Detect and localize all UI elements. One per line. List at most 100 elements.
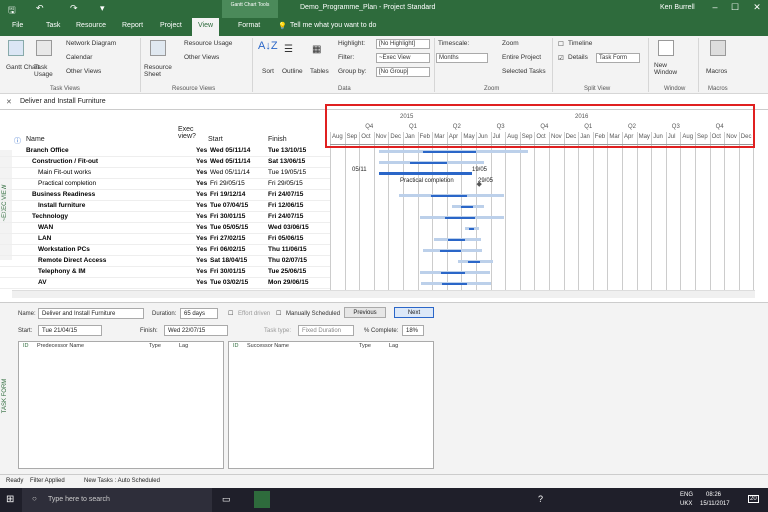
network-diagram-button[interactable]: Network Diagram — [66, 40, 116, 47]
details-dropdown[interactable]: Task Form — [596, 53, 640, 63]
sort-button[interactable]: Sort — [262, 68, 274, 75]
task-view-icon[interactable]: ▭ — [222, 494, 231, 505]
notification-count[interactable]: 20 — [748, 495, 759, 503]
region[interactable]: UKX — [680, 501, 692, 507]
customize-qat-icon[interactable]: ▾ — [100, 3, 105, 14]
outline-button[interactable]: Outline — [282, 68, 303, 75]
details-checkbox[interactable]: ☑ — [558, 54, 564, 62]
table-row[interactable]: Business Readiness Yes Fri 19/12/14 Fri 24/… — [0, 190, 330, 201]
gridline — [330, 132, 331, 290]
timescale-highlight-box — [325, 104, 755, 148]
clock-time[interactable]: 08:26 — [706, 492, 721, 498]
table-row[interactable]: Workstation PCs Yes Fri 06/02/15 Thu 11/06/… — [0, 245, 330, 256]
start-column-header[interactable]: Start — [208, 136, 223, 143]
name-field[interactable]: Deliver and Install Furniture — [38, 308, 144, 319]
task-type-dropdown[interactable]: Fixed Duration — [298, 325, 354, 336]
clock-date[interactable]: 15/11/2017 — [700, 501, 730, 507]
name-column-header[interactable]: Name — [26, 136, 45, 143]
progress-bar — [468, 261, 481, 263]
table-row[interactable]: Telephony & IM Yes Fri 30/01/15 Tue 25/06/1… — [0, 267, 330, 278]
other-views2-button[interactable]: Other Views — [184, 54, 219, 61]
table-row[interactable]: WAN Yes Tue 05/05/15 Wed 03/06/15 — [0, 223, 330, 234]
tab-project[interactable]: Project — [160, 22, 182, 29]
resource-usage-button[interactable]: Resource Usage — [184, 40, 232, 47]
pct-complete-field[interactable]: 18% — [402, 325, 424, 336]
tab-task[interactable]: Task — [46, 22, 60, 29]
gridline — [724, 132, 726, 290]
table-row[interactable]: Main Fit-out works Yes Wed 05/11/14 Tue 19/… — [0, 168, 330, 179]
maximize-icon[interactable]: ☐ — [728, 2, 742, 13]
macros-button[interactable]: Macros — [706, 68, 727, 75]
exec-column-header[interactable]: Exec view? — [178, 126, 198, 140]
entire-project-button[interactable]: Entire Project — [502, 54, 541, 61]
table-row[interactable]: Practical completion Yes Fri 29/05/15 Fri 2… — [0, 179, 330, 190]
tab-file[interactable]: File — [12, 22, 23, 29]
table-row[interactable]: Construction / Fit-out Yes Wed 05/11/14 Sat… — [0, 157, 330, 168]
effort-checkbox[interactable]: ☐ — [228, 310, 233, 317]
progress-bar — [440, 250, 462, 252]
outline-icon[interactable]: ☰ — [284, 44, 293, 55]
help-icon[interactable]: ? — [538, 494, 543, 504]
entry-value[interactable]: Deliver and Install Furniture — [20, 98, 106, 105]
tab-view[interactable]: View — [192, 18, 220, 36]
tables-icon[interactable]: ▦ — [312, 44, 321, 55]
user-name[interactable]: Ken Burrell — [660, 4, 695, 11]
predecessor-table[interactable]: ID Predecessor Name Type Lag — [18, 341, 224, 469]
next-button[interactable]: Next — [394, 307, 434, 318]
table-row[interactable]: Remote Direct Access Yes Sat 18/04/15 Thu 0… — [0, 256, 330, 267]
selected-tasks-button[interactable]: Selected Tasks — [502, 68, 546, 75]
gantt-scrollbar[interactable] — [330, 290, 755, 298]
zoom-button[interactable]: Zoom — [502, 40, 519, 47]
previous-button[interactable]: Previous — [344, 307, 386, 318]
lang[interactable]: ENG — [680, 492, 693, 498]
close-icon[interactable]: ✕ — [750, 2, 764, 13]
timeline-checkbox[interactable]: ☐ — [558, 40, 564, 48]
tab-resource[interactable]: Resource — [76, 22, 106, 29]
table-row[interactable]: Install furniture Yes Tue 07/04/15 Fri 12/0… — [0, 201, 330, 212]
gantt-chart-icon[interactable] — [8, 40, 24, 56]
table-row[interactable]: AV Yes Tue 03/02/15 Mon 29/06/15 — [0, 278, 330, 289]
minimize-icon[interactable]: – — [708, 2, 722, 12]
grid-scrollbar[interactable] — [12, 290, 330, 298]
tab-format[interactable]: Format — [238, 22, 260, 29]
tell-me-box[interactable]: Tell me what you want to do — [290, 22, 376, 29]
windows-start-icon[interactable]: ⊞ — [6, 494, 14, 505]
tables-button[interactable]: Tables — [310, 68, 329, 75]
task-bar[interactable] — [378, 172, 473, 175]
progress-bar — [430, 195, 468, 197]
start-field[interactable]: Tue 21/04/15 — [38, 325, 102, 336]
group-by-dropdown[interactable]: [No Group] — [376, 67, 430, 77]
calendar-button[interactable]: Calendar — [66, 54, 92, 61]
new-window-icon[interactable] — [658, 40, 674, 56]
resource-sheet-button[interactable]: Resource Sheet — [144, 64, 174, 78]
resource-sheet-icon[interactable] — [150, 40, 166, 56]
sort-icon[interactable]: A↓Z — [258, 40, 278, 52]
finish-field[interactable]: Wed 22/07/15 — [164, 325, 228, 336]
table-row[interactable]: Branch Office Yes Wed 05/11/14 Tue 13/10/15 — [0, 146, 330, 157]
successor-table[interactable]: ID Successor Name Type Lag — [228, 341, 434, 469]
gridline — [461, 132, 463, 290]
table-row[interactable]: Technology Yes Fri 30/01/15 Fri 24/07/15 — [0, 212, 330, 223]
taskbar-search[interactable]: ○ Type here to search — [22, 488, 212, 512]
finish-column-header[interactable]: Finish — [268, 136, 287, 143]
table-row[interactable]: LAN Yes Fri 27/02/15 Fri 05/06/15 — [0, 234, 330, 245]
highlight-dropdown[interactable]: [No Highlight] — [376, 39, 430, 49]
task-exec: Yes — [196, 202, 208, 209]
timescale-dropdown[interactable]: Months — [436, 53, 488, 63]
duration-field[interactable]: 65 days — [180, 308, 218, 319]
undo-icon[interactable]: ↶ — [36, 3, 44, 14]
cancel-entry-icon[interactable]: ✕ — [6, 98, 12, 106]
manual-checkbox[interactable]: ☐ — [276, 310, 281, 317]
task-finish: Thu 02/07/15 — [268, 257, 308, 264]
tab-report[interactable]: Report — [122, 22, 143, 29]
save-icon[interactable]: 🖫 — [8, 3, 16, 19]
task-usage-button[interactable]: Task Usage — [34, 64, 58, 78]
project-app-icon[interactable] — [254, 491, 270, 508]
new-window-button[interactable]: New Window — [654, 62, 680, 76]
redo-icon[interactable]: ↷ — [70, 3, 78, 14]
macros-icon[interactable] — [710, 40, 726, 56]
status-new-tasks[interactable]: New Tasks : Auto Scheduled — [84, 478, 160, 484]
task-usage-icon[interactable] — [36, 40, 52, 56]
filter-dropdown[interactable]: ~Exec View — [376, 53, 430, 63]
other-views-button[interactable]: Other Views — [66, 68, 101, 75]
